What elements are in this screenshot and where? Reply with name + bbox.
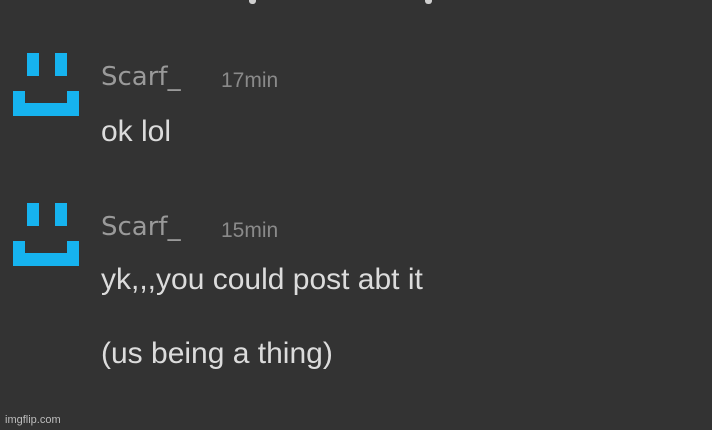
previous-message-cutoff xyxy=(0,0,712,6)
timestamp: 15min xyxy=(221,219,279,242)
message-text: ok lol xyxy=(101,115,172,148)
smiley-pixel-avatar-icon[interactable] xyxy=(13,203,79,269)
timestamp: 17min xyxy=(221,69,279,92)
message-text: (us being a thing) xyxy=(101,337,333,370)
username[interactable]: Scarf_ xyxy=(101,212,181,242)
message-text: yk,,,you could post abt it xyxy=(101,263,423,296)
username[interactable]: Scarf_ xyxy=(101,62,181,92)
smiley-pixel-avatar-icon[interactable] xyxy=(13,53,79,119)
cutoff-text-fragment xyxy=(425,0,432,4)
imgflip-watermark: imgflip.com xyxy=(5,414,61,426)
cutoff-text-fragment xyxy=(249,0,256,4)
